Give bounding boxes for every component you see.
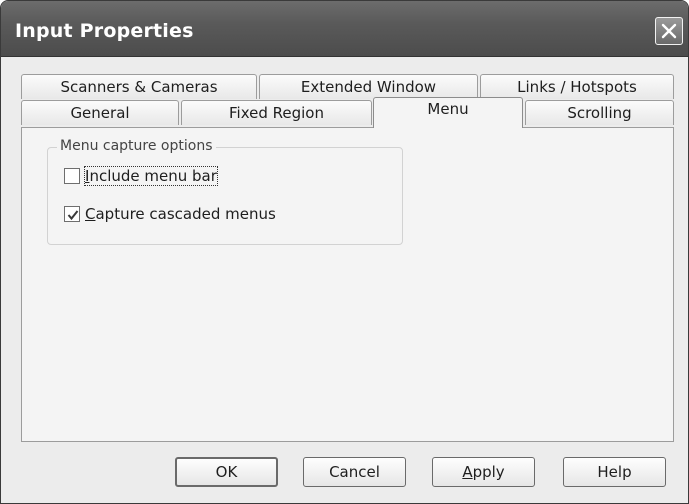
tab-label: Menu: [427, 100, 469, 118]
capture-cascaded-menus-option[interactable]: Capture cascaded menus: [64, 205, 276, 223]
apply-button[interactable]: Apply: [432, 457, 535, 487]
capture-cascaded-menus-checkbox[interactable]: [64, 206, 80, 222]
tab-label: Links / Hotspots: [517, 78, 637, 96]
group-title: Menu capture options: [57, 138, 216, 154]
tab-menu[interactable]: Menu: [373, 97, 523, 128]
title-bar: Input Properties: [1, 1, 688, 57]
tab-scrolling[interactable]: Scrolling: [525, 100, 674, 125]
input-properties-dialog: Input Properties Scanners & Cameras Exte…: [0, 0, 689, 504]
close-icon: [661, 23, 677, 39]
tab-links-hotspots[interactable]: Links / Hotspots: [480, 74, 674, 99]
checkmark-icon: [67, 210, 79, 221]
dialog-client-area: Scanners & Cameras Extended Window Links…: [4, 58, 685, 500]
help-button[interactable]: Help: [563, 457, 666, 487]
capture-cascaded-menus-label[interactable]: Capture cascaded menus: [85, 205, 276, 223]
tab-scanners-cameras[interactable]: Scanners & Cameras: [21, 74, 257, 99]
menu-capture-options-group: Menu capture options Include menu bar Ca…: [47, 138, 403, 245]
menu-tab-panel: Menu capture options Include menu bar Ca…: [21, 127, 674, 442]
tab-general[interactable]: General: [21, 100, 179, 125]
cancel-button[interactable]: Cancel: [303, 457, 406, 487]
dialog-title: Input Properties: [15, 20, 194, 42]
tab-label: Extended Window: [300, 78, 437, 96]
tab-label: Scanners & Cameras: [60, 78, 218, 96]
include-menu-bar-checkbox[interactable]: [64, 168, 80, 184]
include-menu-bar-label[interactable]: Include menu bar: [84, 166, 218, 186]
close-button[interactable]: [655, 17, 683, 45]
tab-fixed-region[interactable]: Fixed Region: [181, 100, 372, 125]
tab-label: Fixed Region: [229, 104, 324, 122]
tab-label: General: [70, 104, 130, 122]
ok-button[interactable]: OK: [175, 457, 278, 487]
tab-label: Scrolling: [567, 104, 632, 122]
include-menu-bar-option[interactable]: Include menu bar: [64, 166, 218, 186]
tab-extended-window[interactable]: Extended Window: [259, 74, 478, 99]
